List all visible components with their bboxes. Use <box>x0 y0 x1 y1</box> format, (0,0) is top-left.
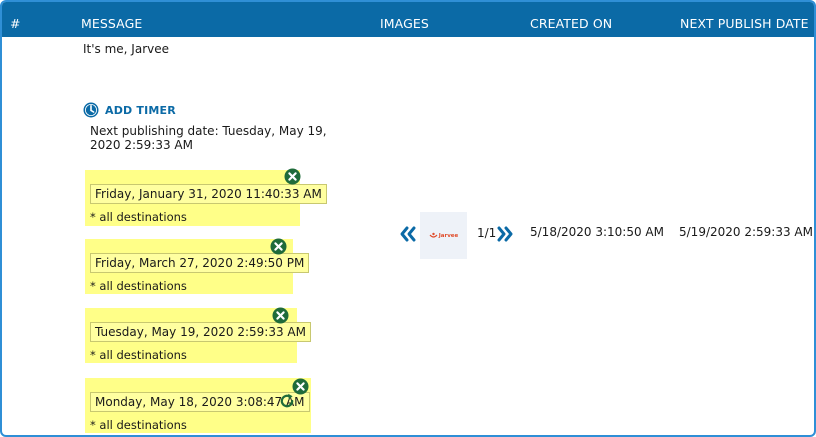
logo-mark-icon <box>429 232 438 238</box>
column-header-created-on[interactable]: CREATED ON <box>530 16 612 31</box>
created-on-value: 5/18/2020 3:10:50 AM <box>530 225 664 239</box>
timer-date[interactable]: Monday, May 18, 2020 3:08:47 AM <box>90 392 310 412</box>
timer-date[interactable]: Friday, January 31, 2020 11:40:33 AM <box>90 184 327 204</box>
timer-destinations: * all destinations <box>90 348 187 362</box>
close-icon[interactable] <box>270 238 287 255</box>
timer-item: Friday, January 31, 2020 11:40:33 AM * a… <box>85 170 327 226</box>
timer-item: Friday, March 27, 2020 2:49:50 PM * all … <box>85 239 310 294</box>
image-counter: 1/1 <box>477 226 497 240</box>
timer-date[interactable]: Friday, March 27, 2020 2:49:50 PM <box>90 253 310 273</box>
timer-date[interactable]: Tuesday, May 19, 2020 2:59:33 AM <box>90 322 311 342</box>
image-thumbnail[interactable]: Jarvee <box>420 212 467 259</box>
add-timer-label: ADD TIMER <box>105 103 176 117</box>
double-chevron-right-icon[interactable] <box>495 225 515 243</box>
column-header-message[interactable]: MESSAGE <box>81 16 142 31</box>
next-publish-date-value: 5/19/2020 2:59:33 AM <box>679 225 813 239</box>
double-chevron-left-icon[interactable] <box>398 225 418 243</box>
message-text: It's me, Jarvee <box>83 42 170 56</box>
timer-destinations: * all destinations <box>90 210 187 224</box>
next-publishing-label: Next publishing date: Tuesday, May 19, 2… <box>90 124 327 152</box>
refresh-icon[interactable] <box>278 392 296 410</box>
jarvee-logo: Jarvee <box>429 232 459 239</box>
column-header-number[interactable]: # <box>10 16 21 31</box>
add-timer-button[interactable]: ADD TIMER <box>83 101 176 119</box>
clock-icon <box>83 102 99 118</box>
close-icon[interactable] <box>284 168 301 185</box>
close-icon[interactable] <box>272 307 289 324</box>
timer-destinations: * all destinations <box>90 418 187 432</box>
column-header-next-publish-date[interactable]: NEXT PUBLISH DATE <box>680 16 809 31</box>
timer-item: Tuesday, May 19, 2020 2:59:33 AM * all d… <box>85 308 311 363</box>
logo-text: Jarvee <box>438 232 459 239</box>
column-header-images[interactable]: IMAGES <box>380 16 429 31</box>
timer-destinations: * all destinations <box>90 279 187 293</box>
grid-header: # MESSAGE IMAGES CREATED ON NEXT PUBLISH… <box>2 2 814 37</box>
posts-grid: # MESSAGE IMAGES CREATED ON NEXT PUBLISH… <box>0 0 816 437</box>
